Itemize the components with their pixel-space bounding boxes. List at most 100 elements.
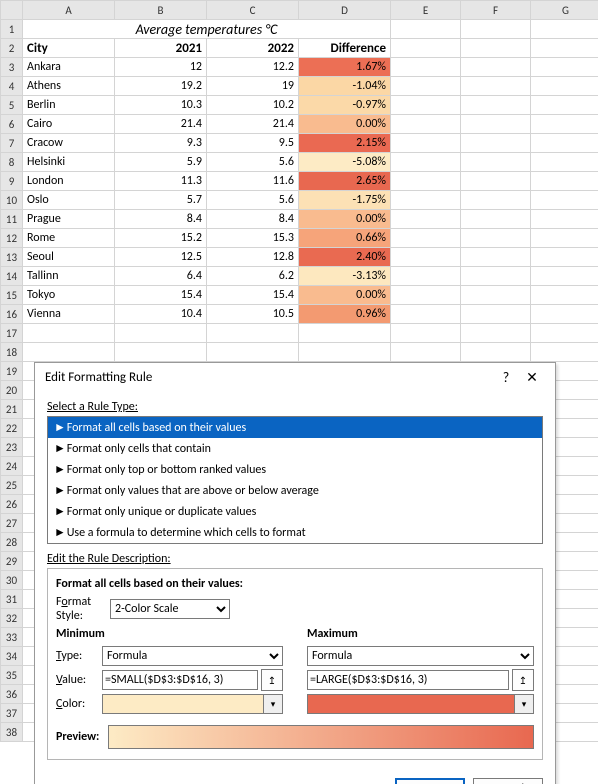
cell[interactable] — [531, 343, 598, 362]
cell[interactable]: 15.2 — [115, 229, 207, 248]
col-header-F[interactable]: F — [461, 1, 531, 20]
ok-button[interactable]: OK — [395, 778, 465, 784]
cell[interactable]: Seoul — [23, 248, 115, 267]
min-value-input[interactable] — [102, 670, 258, 690]
cell[interactable]: -0.97% — [299, 96, 391, 115]
max-color-select[interactable]: ▾ — [307, 694, 534, 714]
cell[interactable]: -1.04% — [299, 77, 391, 96]
cancel-button[interactable]: Cancel — [473, 778, 543, 784]
row-header[interactable]: 13 — [1, 248, 23, 267]
cell[interactable]: 12.8 — [207, 248, 299, 267]
row-header[interactable]: 23 — [1, 438, 23, 457]
cell[interactable] — [115, 343, 207, 362]
row-header[interactable]: 9 — [1, 172, 23, 191]
cell[interactable]: City — [23, 39, 115, 58]
rule-type-option[interactable]: ► Format only values that are above or b… — [48, 480, 542, 501]
cell[interactable]: 12 — [115, 58, 207, 77]
max-value-input[interactable] — [307, 670, 509, 690]
row-header[interactable]: 25 — [1, 476, 23, 495]
cell[interactable] — [391, 20, 461, 39]
cell[interactable]: 0.00% — [299, 210, 391, 229]
cell[interactable]: Tokyo — [23, 286, 115, 305]
cell[interactable]: 6.4 — [115, 267, 207, 286]
cell[interactable] — [531, 286, 598, 305]
cell[interactable] — [23, 343, 115, 362]
cell[interactable] — [391, 229, 461, 248]
col-header-E[interactable]: E — [391, 1, 461, 20]
row-header[interactable]: 35 — [1, 666, 23, 685]
rule-type-option[interactable]: ► Use a formula to determine which cells… — [48, 522, 542, 543]
cell[interactable]: Tallinn — [23, 267, 115, 286]
cell[interactable] — [299, 324, 391, 343]
row-header[interactable]: 17 — [1, 324, 23, 343]
row-header[interactable]: 1 — [1, 20, 23, 39]
cell[interactable]: -5.08% — [299, 153, 391, 172]
cell[interactable]: Oslo — [23, 191, 115, 210]
row-header[interactable]: 27 — [1, 514, 23, 533]
cell[interactable] — [531, 210, 598, 229]
cell[interactable]: London — [23, 172, 115, 191]
cell[interactable] — [461, 96, 531, 115]
col-header-A[interactable]: A — [23, 1, 115, 20]
row-header[interactable]: 21 — [1, 400, 23, 419]
cell[interactable] — [391, 134, 461, 153]
cell[interactable] — [531, 172, 598, 191]
cell[interactable]: 0.66% — [299, 229, 391, 248]
cell[interactable]: Helsinki — [23, 153, 115, 172]
cell[interactable] — [531, 267, 598, 286]
cell[interactable] — [391, 115, 461, 134]
cell[interactable] — [461, 153, 531, 172]
cell[interactable]: Difference — [299, 39, 391, 58]
row-header[interactable]: 14 — [1, 267, 23, 286]
row-header[interactable]: 20 — [1, 381, 23, 400]
cell[interactable] — [461, 39, 531, 58]
cell[interactable] — [531, 39, 598, 58]
cell[interactable] — [391, 210, 461, 229]
col-header-G[interactable]: G — [531, 1, 598, 20]
cell[interactable] — [461, 134, 531, 153]
row-header[interactable]: 36 — [1, 685, 23, 704]
cell[interactable] — [531, 248, 598, 267]
cell[interactable] — [391, 305, 461, 324]
chevron-down-icon[interactable]: ▾ — [514, 695, 533, 713]
row-header[interactable]: 24 — [1, 457, 23, 476]
cell[interactable]: 11.3 — [115, 172, 207, 191]
cell[interactable]: Average temperatures °C — [23, 20, 391, 39]
cell[interactable]: 8.4 — [115, 210, 207, 229]
cell[interactable]: 1.67% — [299, 58, 391, 77]
cell[interactable] — [531, 115, 598, 134]
row-header[interactable]: 16 — [1, 305, 23, 324]
row-header[interactable]: 37 — [1, 704, 23, 723]
cell[interactable] — [531, 77, 598, 96]
row-header[interactable]: 29 — [1, 552, 23, 571]
cell[interactable] — [531, 229, 598, 248]
row-header[interactable]: 33 — [1, 628, 23, 647]
cell[interactable] — [531, 305, 598, 324]
cell[interactable] — [461, 77, 531, 96]
cell[interactable]: Athens — [23, 77, 115, 96]
cell[interactable]: 15.3 — [207, 229, 299, 248]
row-header[interactable]: 12 — [1, 229, 23, 248]
cell[interactable]: -1.75% — [299, 191, 391, 210]
cell[interactable] — [391, 191, 461, 210]
col-header-C[interactable]: C — [207, 1, 299, 20]
cell[interactable]: 9.5 — [207, 134, 299, 153]
cell[interactable] — [461, 267, 531, 286]
cell[interactable]: Cracow — [23, 134, 115, 153]
cell[interactable]: 10.3 — [115, 96, 207, 115]
cell[interactable] — [115, 324, 207, 343]
cell[interactable] — [461, 210, 531, 229]
cell[interactable] — [531, 191, 598, 210]
format-style-select[interactable]: 2-Color Scale — [110, 599, 230, 619]
cell[interactable]: 2021 — [115, 39, 207, 58]
cell[interactable] — [461, 286, 531, 305]
row-header[interactable]: 26 — [1, 495, 23, 514]
cell[interactable]: Cairo — [23, 115, 115, 134]
col-header-D[interactable]: D — [299, 1, 391, 20]
cell[interactable] — [391, 77, 461, 96]
row-header[interactable]: 28 — [1, 533, 23, 552]
close-icon[interactable]: ✕ — [519, 369, 545, 386]
cell[interactable]: 21.4 — [115, 115, 207, 134]
row-header[interactable]: 38 — [1, 723, 23, 742]
cell[interactable]: 0.96% — [299, 305, 391, 324]
